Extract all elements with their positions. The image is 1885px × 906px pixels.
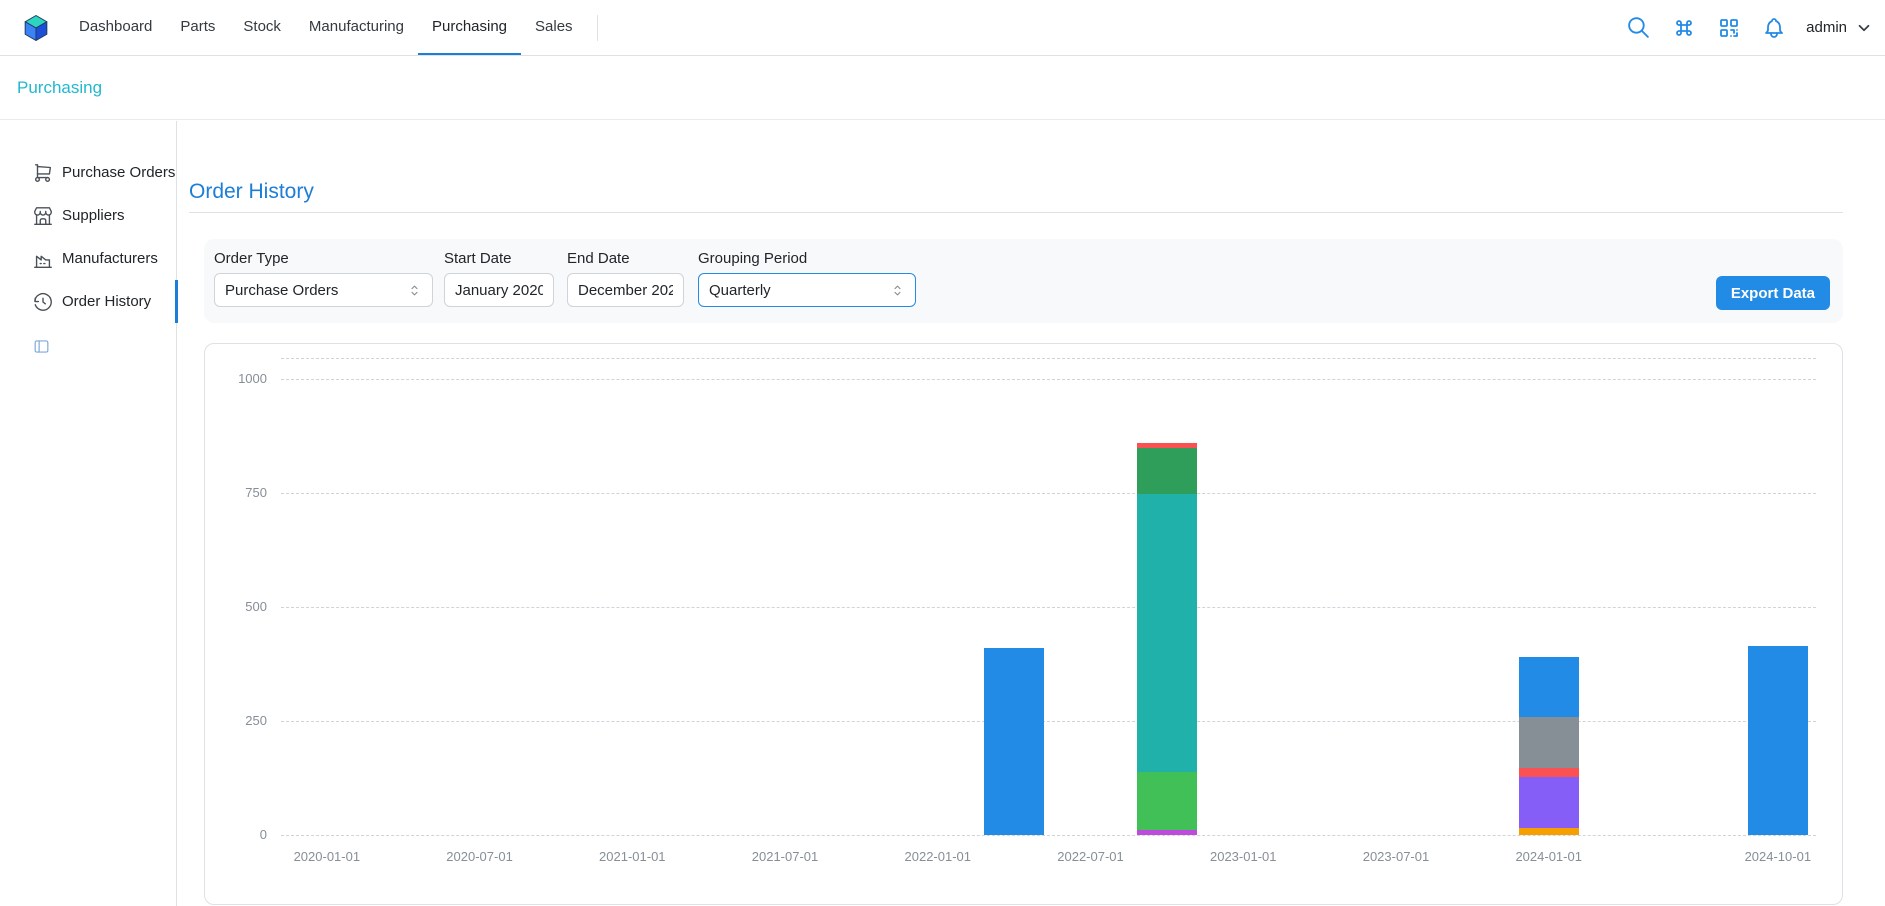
- end-date-field: End Date: [567, 251, 684, 307]
- x-axis-tick-label: 2023-01-01: [1173, 849, 1313, 864]
- tab-stock[interactable]: Stock: [229, 0, 295, 55]
- breadcrumb-purchasing[interactable]: Purchasing: [17, 78, 102, 98]
- bar-segment-blue: [984, 648, 1044, 835]
- sidebar-collapse-button[interactable]: [32, 337, 52, 357]
- order-type-field: Order Type Purchase Orders: [214, 251, 433, 307]
- order-type-value: Purchase Orders: [225, 282, 338, 299]
- sidebar-item-manufacturers[interactable]: Manufacturers: [0, 237, 178, 280]
- x-axis-tick-label: 2020-01-01: [257, 849, 397, 864]
- notifications-bell-icon[interactable]: [1761, 15, 1786, 40]
- gridline: [281, 358, 1816, 359]
- grouping-period-label: Grouping Period: [698, 251, 916, 267]
- app-window: Dashboard Parts Stock Manufacturing Purc…: [0, 0, 1885, 906]
- page-title: Order History: [189, 180, 314, 204]
- sidebar-item-label: Manufacturers: [62, 250, 158, 267]
- tab-sales[interactable]: Sales: [521, 0, 587, 55]
- bar-segment-teal: [1137, 494, 1197, 772]
- gridline: [281, 607, 1816, 608]
- title-divider: [189, 212, 1843, 213]
- export-data-button[interactable]: Export Data: [1716, 276, 1830, 310]
- chevron-up-down-icon: [890, 283, 905, 298]
- grouping-period-field: Grouping Period Quarterly: [698, 251, 916, 307]
- gridline: [281, 835, 1816, 836]
- y-axis-tick-label: 750: [209, 485, 267, 500]
- user-menu[interactable]: admin: [1806, 19, 1873, 37]
- y-axis-tick-label: 0: [209, 827, 267, 842]
- package-logo-icon: [21, 13, 51, 43]
- bar-segment-violet: [1519, 777, 1579, 828]
- purchasing-sidebar: Purchase Orders Suppliers Manufacturers: [0, 121, 177, 906]
- tab-parts[interactable]: Parts: [166, 0, 229, 55]
- y-axis-tick-label: 1000: [209, 371, 267, 386]
- x-axis-tick-label: 2024-01-01: [1479, 849, 1619, 864]
- x-axis-tick-label: 2022-07-01: [1021, 849, 1161, 864]
- x-axis-tick-label: 2020-07-01: [410, 849, 550, 864]
- order-history-chart: 025050075010002020-01-012020-07-012021-0…: [281, 358, 1816, 835]
- breadcrumb: Purchasing: [0, 57, 1885, 120]
- bar-segment-dark-green: [1137, 448, 1197, 494]
- start-date-input[interactable]: [444, 273, 554, 307]
- history-clock-icon: [32, 291, 54, 313]
- gridline: [281, 493, 1816, 494]
- sidebar-panel-icon: [32, 337, 51, 356]
- sidebar-item-suppliers[interactable]: Suppliers: [0, 194, 178, 237]
- gridline: [281, 721, 1816, 722]
- end-date-label: End Date: [567, 251, 684, 267]
- tabs-divider: [597, 15, 598, 41]
- chart-card: 0 250 500 750 1000 2020-01-01 2020-07-01 2021-0…: [204, 343, 1843, 905]
- sidebar-item-order-history[interactable]: Order History: [0, 280, 178, 323]
- tab-dashboard[interactable]: Dashboard: [65, 0, 166, 55]
- y-axis-tick-label: 500: [209, 599, 267, 614]
- scan-qr-icon[interactable]: [1716, 15, 1741, 40]
- bar-segment-green: [1137, 772, 1197, 829]
- sidebar-item-purchase-orders[interactable]: Purchase Orders: [0, 151, 178, 194]
- x-axis-tick-label: 2022-01-01: [868, 849, 1008, 864]
- filter-panel: Order Type Purchase Orders Start Date En…: [204, 239, 1843, 323]
- sidebar-item-label: Order History: [62, 293, 151, 310]
- bar-segment-red: [1137, 443, 1197, 448]
- tab-manufacturing[interactable]: Manufacturing: [295, 0, 418, 55]
- chevron-down-icon: [1855, 19, 1873, 37]
- x-axis-tick-label: 2024-10-01: [1708, 849, 1848, 864]
- main-tabs: Dashboard Parts Stock Manufacturing Purc…: [65, 0, 587, 55]
- gridline: [281, 379, 1816, 380]
- app-logo[interactable]: [21, 0, 51, 55]
- grouping-period-select[interactable]: Quarterly: [698, 273, 916, 307]
- username: admin: [1806, 19, 1847, 36]
- spotlight-command-icon[interactable]: [1671, 15, 1696, 40]
- bar-segment-blue: [1519, 657, 1579, 717]
- tab-purchasing[interactable]: Purchasing: [418, 0, 521, 55]
- order-type-select[interactable]: Purchase Orders: [214, 273, 433, 307]
- factory-icon: [32, 248, 54, 270]
- storefront-icon: [32, 205, 54, 227]
- sidebar-item-label: Suppliers: [62, 207, 125, 224]
- bar-segment-grape: [1137, 830, 1197, 835]
- bar-segment-blue: [1748, 646, 1808, 835]
- y-axis-tick-label: 250: [209, 713, 267, 728]
- grouping-period-value: Quarterly: [709, 282, 771, 299]
- search-icon[interactable]: [1626, 15, 1651, 40]
- order-type-label: Order Type: [214, 251, 433, 267]
- top-navbar: Dashboard Parts Stock Manufacturing Purc…: [0, 0, 1885, 56]
- start-date-label: Start Date: [444, 251, 554, 267]
- shopping-cart-icon: [32, 162, 54, 184]
- sidebar-item-label: Purchase Orders: [62, 164, 175, 181]
- end-date-input[interactable]: [567, 273, 684, 307]
- x-axis-tick-label: 2021-07-01: [715, 849, 855, 864]
- start-date-field: Start Date: [444, 251, 554, 307]
- bar-segment-gray: [1519, 717, 1579, 768]
- bar-segment-orange: [1519, 828, 1579, 835]
- chevron-up-down-icon: [407, 283, 422, 298]
- navbar-actions: admin: [1626, 0, 1885, 55]
- bar-segment-red: [1519, 768, 1579, 777]
- x-axis-tick-label: 2021-01-01: [562, 849, 702, 864]
- x-axis-tick-label: 2023-07-01: [1326, 849, 1466, 864]
